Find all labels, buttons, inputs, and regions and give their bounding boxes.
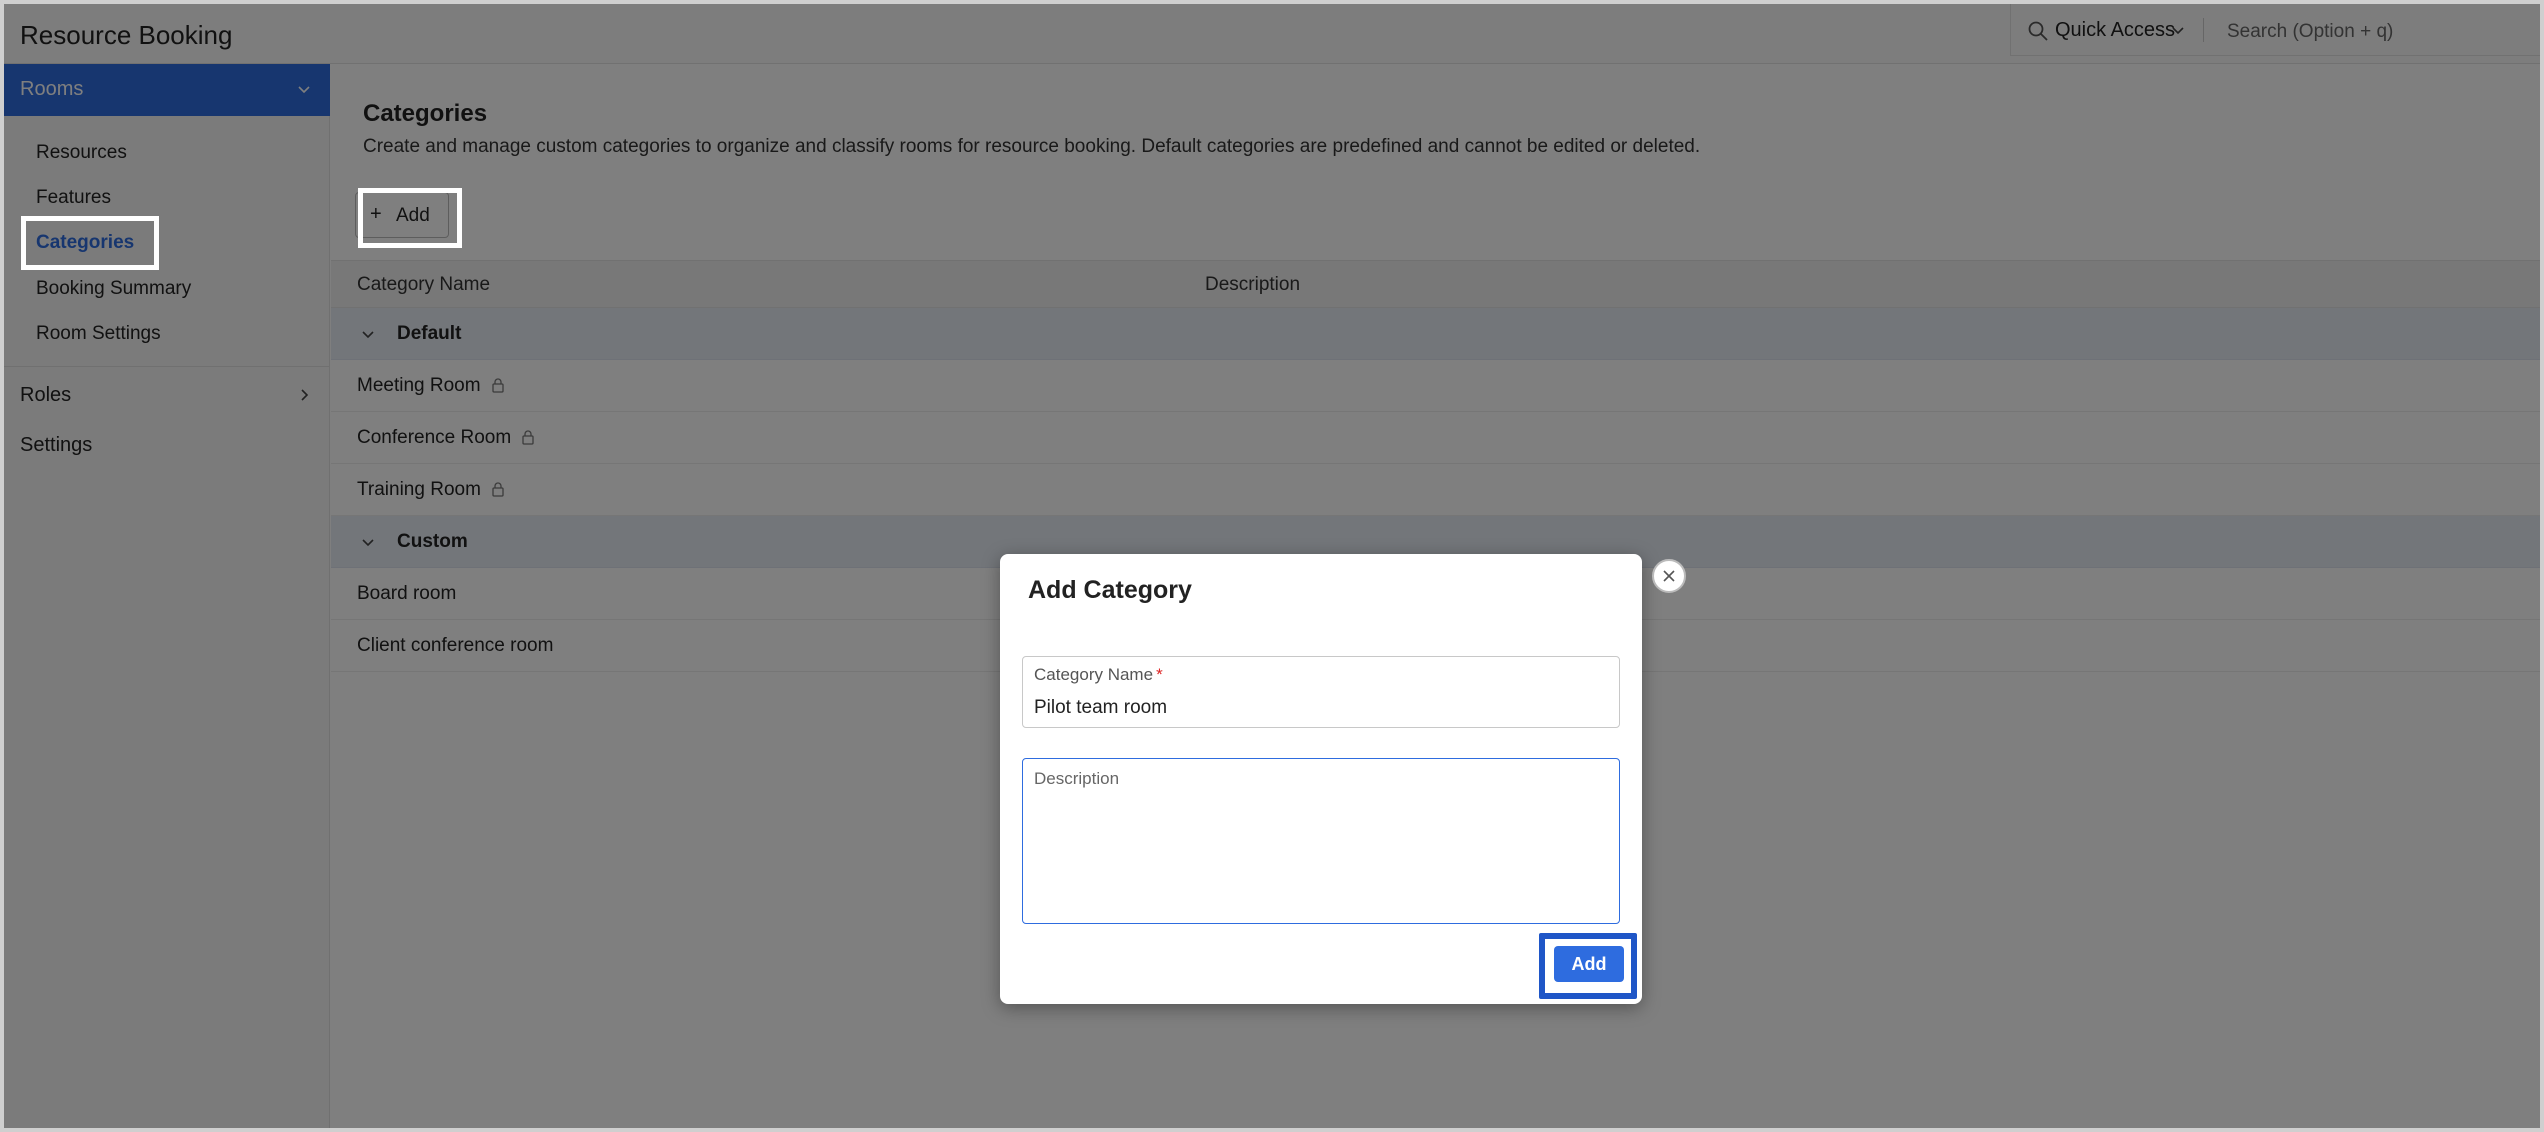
dialog-title: Add Category xyxy=(1028,576,1192,604)
category-name-field[interactable]: Category Name * Pilot team room xyxy=(1022,656,1620,728)
highlight-submit-button xyxy=(1539,933,1637,999)
required-marker: * xyxy=(1156,665,1163,684)
category-name-input[interactable]: Pilot team room xyxy=(1034,697,1594,719)
highlight-add-button xyxy=(358,188,462,248)
highlight-categories xyxy=(21,216,159,270)
description-placeholder: Description xyxy=(1034,769,1120,788)
close-dialog-button[interactable] xyxy=(1652,559,1686,593)
close-icon xyxy=(1663,570,1675,582)
category-name-label: Category Name * xyxy=(1034,665,1163,684)
description-field[interactable]: Description xyxy=(1022,758,1620,924)
window-frame: Resource Booking Quick Access Search (Op… xyxy=(0,0,2544,1132)
